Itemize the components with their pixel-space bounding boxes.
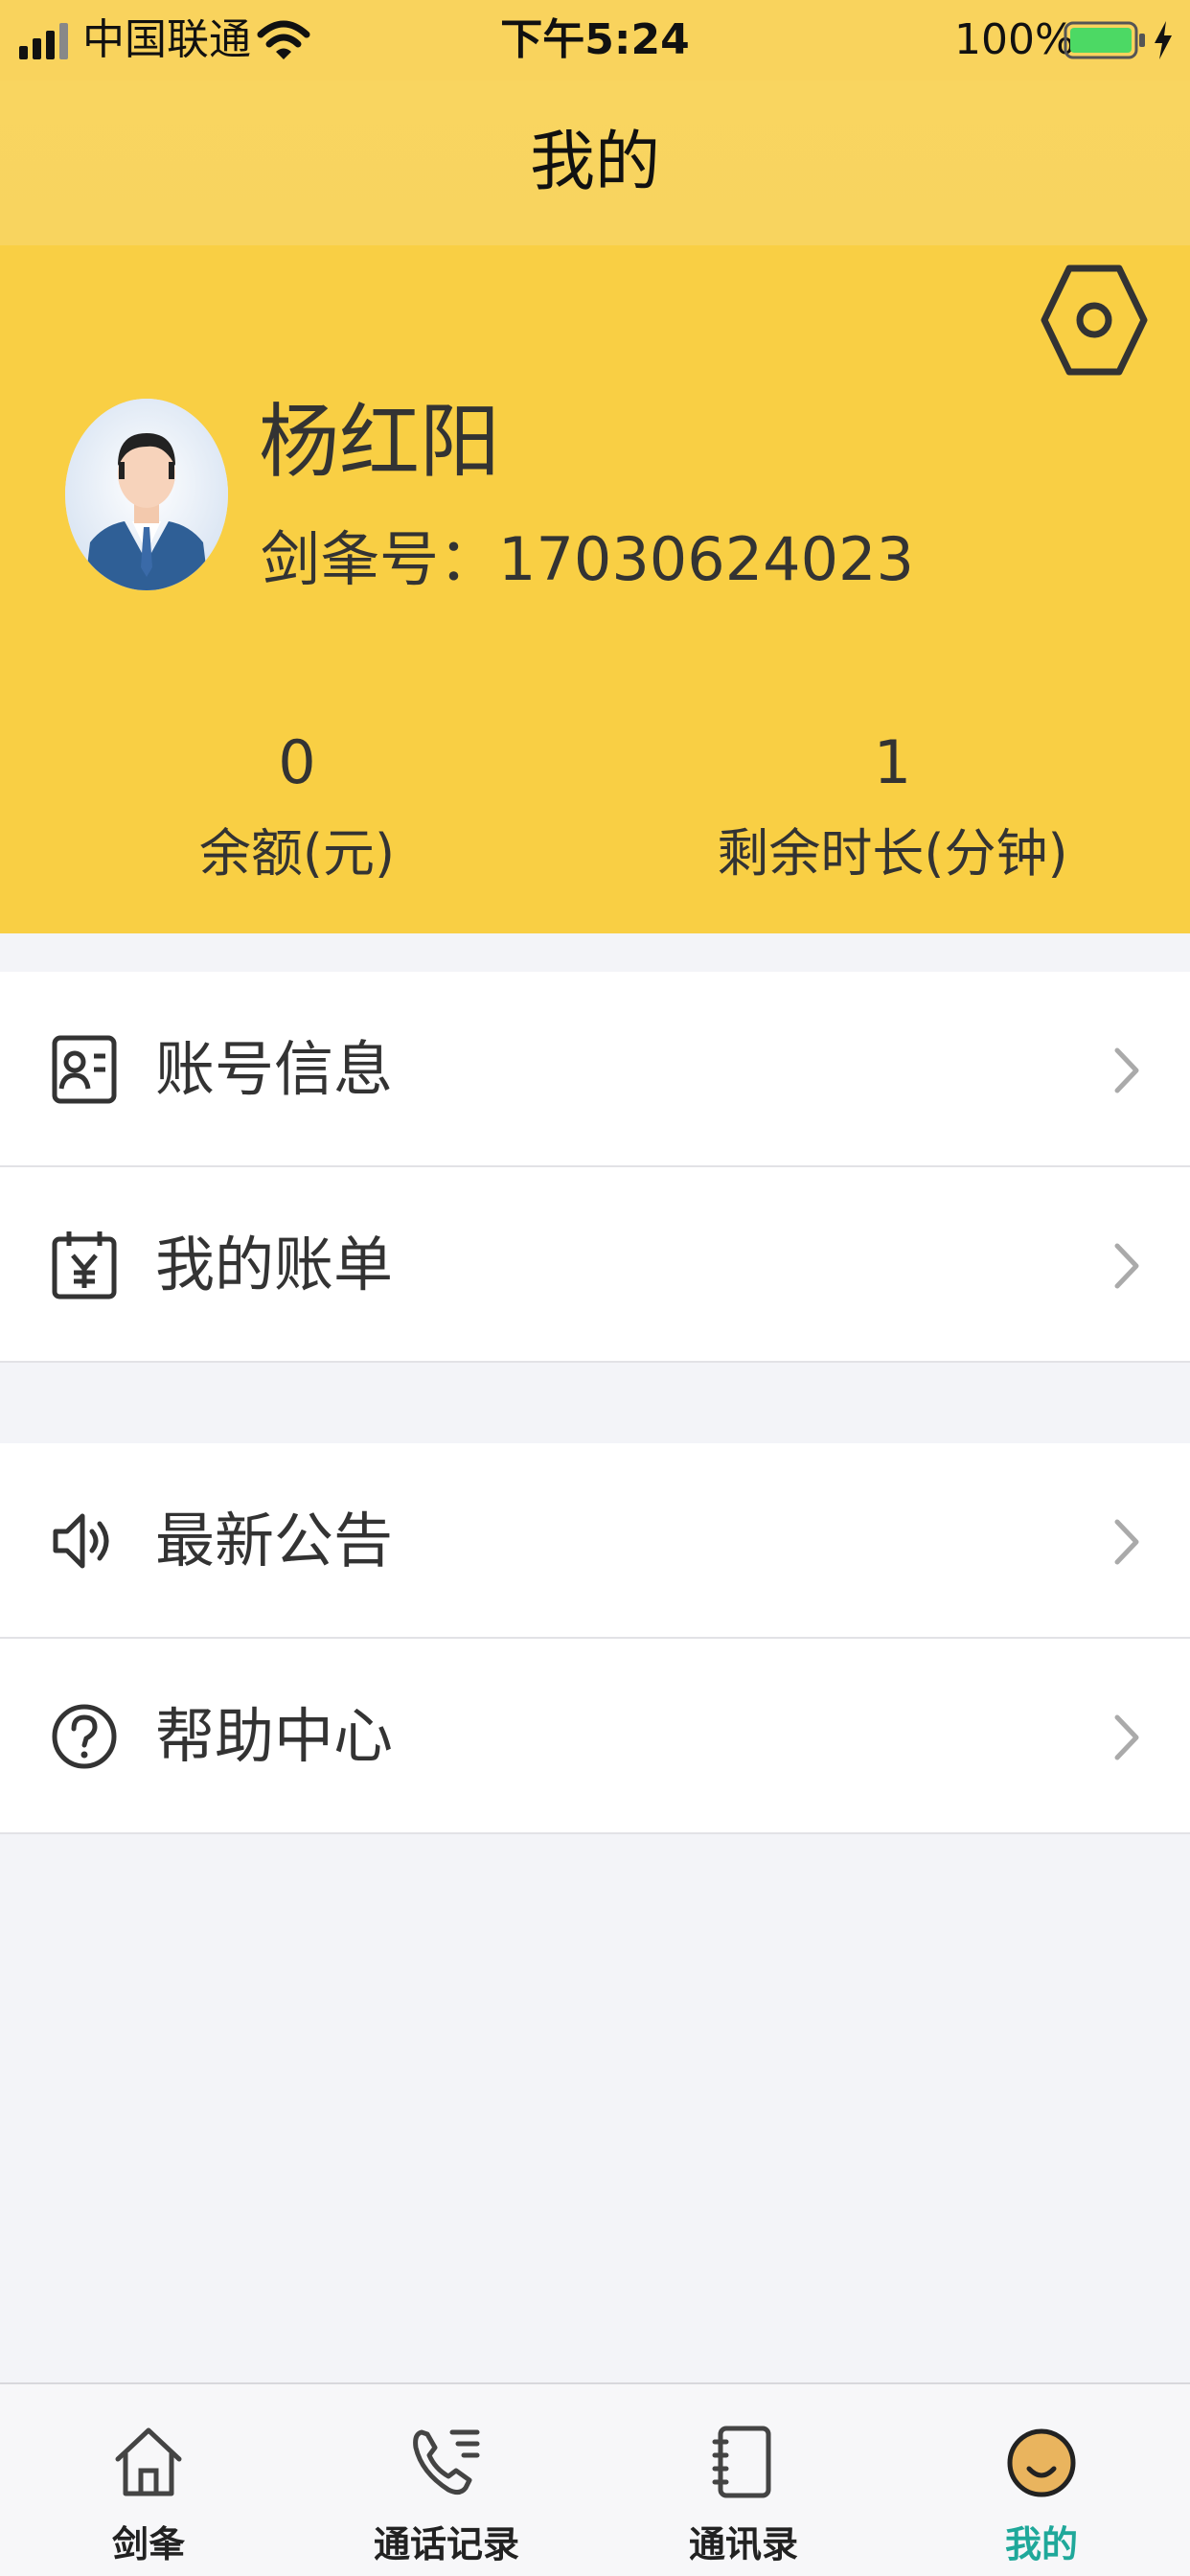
menu-item-help-center[interactable]: 帮助中心 [0,1639,1190,1834]
screen: 中国联通 下午5:24 100% 我的 杨红阳 剑夆号：17030624023 … [0,0,1190,2576]
bill-icon [52,1231,117,1300]
tab-bar: 剑夆 通话记录 通讯录 我的 [0,2382,1190,2576]
profile-panel: 杨红阳 剑夆号：17030624023 0 余额(元) 1 剩余时长(分钟) [0,245,1190,933]
user-id-label: 剑夆号： [261,524,499,594]
balance-label: 余额(元) [198,823,396,884]
menu-group-support: 最新公告 帮助中心 [0,1443,1190,1834]
tab-home[interactable]: 剑夆 [0,2384,297,2576]
remaining-minutes-value: 1 [873,727,912,797]
tab-label-contacts: 通讯录 [688,2523,798,2565]
speaker-icon [53,1513,109,1569]
menu-item-latest-announcement[interactable]: 最新公告 [0,1443,1190,1639]
charging-bolt-icon [1155,21,1172,59]
chevron-right-icon [1114,1243,1139,1289]
menu-label-my-bill: 我的账单 [155,1230,394,1300]
tab-contacts[interactable]: 通讯录 [595,2384,892,2576]
menu-item-account-info[interactable]: 账号信息 [0,972,1190,1167]
remaining-minutes-label: 剩余时长(分钟) [717,823,1068,884]
status-bar: 中国联通 下午5:24 100% [0,0,1190,80]
chevron-right-icon [1114,1714,1139,1760]
contacts-book-icon [712,2426,771,2498]
chevron-right-icon [1114,1519,1139,1565]
menu-group-account: 账号信息 我的账单 [0,972,1190,1363]
user-id: 剑夆号：17030624023 [261,521,914,598]
tab-label-home: 剑夆 [111,2523,185,2565]
tab-label-mine: 我的 [1004,2523,1078,2565]
menu-item-my-bill[interactable]: 我的账单 [0,1167,1190,1363]
home-icon [115,2427,182,2496]
menu-label-help-center: 帮助中心 [155,1701,394,1771]
settings-hexagon-icon[interactable] [1039,263,1150,378]
avatar[interactable] [65,399,228,590]
menu-label-latest-announcement: 最新公告 [155,1506,394,1576]
smile-face-icon [1007,2428,1076,2497]
balance-stat[interactable]: 0 余额(元) [0,724,594,887]
page-title: 我的 [529,125,660,200]
balance-value: 0 [278,727,316,797]
tab-label-call-history: 通话记录 [373,2523,519,2565]
user-avatar-icon [65,399,228,590]
tab-mine[interactable]: 我的 [893,2384,1190,2576]
user-id-value: 17030624023 [498,524,914,594]
battery-icon [1064,21,1145,59]
phone-list-icon [413,2429,480,2496]
chevron-right-icon [1114,1047,1139,1093]
menu-label-account-info: 账号信息 [155,1034,394,1104]
battery-percentage: 100% [954,15,1075,64]
remaining-minutes-stat[interactable]: 1 剩余时长(分钟) [595,724,1190,887]
user-name: 杨红阳 [259,395,501,489]
tab-call-history[interactable]: 通话记录 [298,2384,595,2576]
nav-header: 我的 [0,80,1190,245]
help-icon [52,1704,117,1769]
id-card-icon [52,1035,117,1104]
